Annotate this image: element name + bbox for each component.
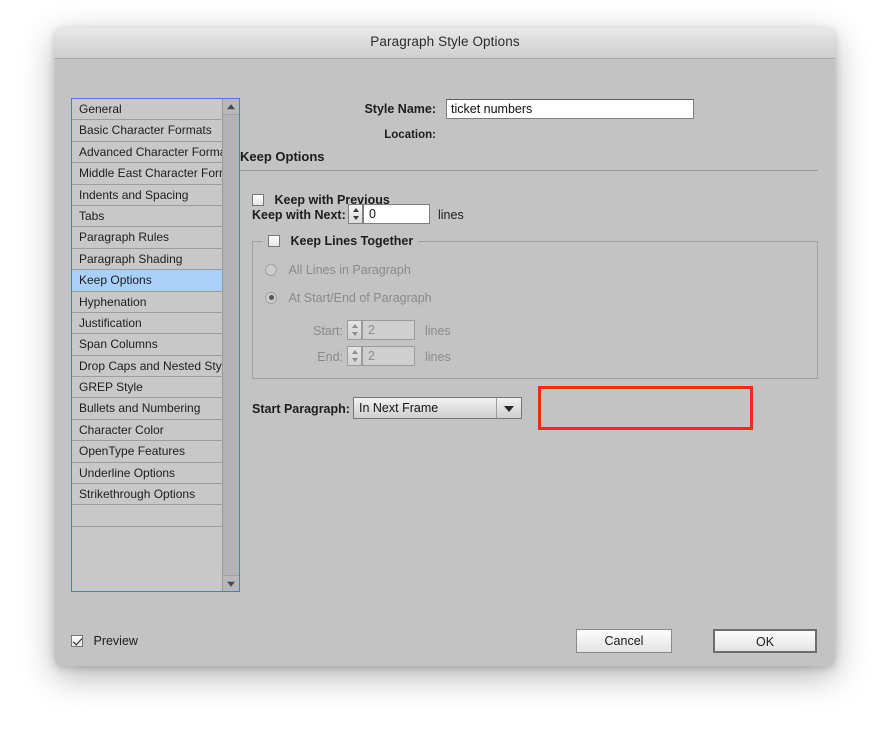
- style-name-input[interactable]: ticket numbers: [446, 99, 694, 119]
- start-paragraph-label: Start Paragraph:: [252, 402, 350, 416]
- sidebar-item-paragraph-shading[interactable]: Paragraph Shading: [72, 249, 222, 271]
- screen: Paragraph Style Options General Basic Ch…: [0, 0, 890, 739]
- keep-with-next-stepper[interactable]: [348, 204, 363, 224]
- sidebar-item-character-color[interactable]: Character Color: [72, 420, 222, 442]
- end-lines-stepper[interactable]: [347, 346, 362, 366]
- end-lines-unit: lines: [425, 350, 451, 364]
- start-lines-input[interactable]: 2: [362, 320, 415, 340]
- start-lines-unit: lines: [425, 324, 451, 338]
- location-label: Location:: [384, 129, 436, 141]
- sidebar-item-opentype-features[interactable]: OpenType Features: [72, 441, 222, 463]
- sidebar-item-general[interactable]: General: [72, 99, 222, 121]
- start-lines-stepper[interactable]: [347, 320, 362, 340]
- ok-button[interactable]: OK: [713, 629, 817, 653]
- sidebar-item-span-columns[interactable]: Span Columns: [72, 334, 222, 356]
- scroll-up-icon[interactable]: [223, 99, 239, 115]
- dialog-body: General Basic Character Formats Advanced…: [55, 59, 835, 666]
- paragraph-style-options-dialog: Paragraph Style Options General Basic Ch…: [55, 28, 835, 666]
- stepper-up-icon: [351, 350, 358, 354]
- sidebar-item-underline-options[interactable]: Underline Options: [72, 463, 222, 485]
- all-lines-in-paragraph-label: All Lines in Paragraph: [288, 262, 411, 277]
- preview-label: Preview: [93, 634, 138, 648]
- sidebar-item-drop-caps-and-nested-styles[interactable]: Drop Caps and Nested Styles: [72, 356, 222, 378]
- chevron-down-icon[interactable]: [496, 398, 521, 418]
- at-start-end-of-paragraph-radio[interactable]: [265, 291, 277, 304]
- sidebar-item-hyphenation[interactable]: Hyphenation: [72, 292, 222, 313]
- dialog-titlebar[interactable]: Paragraph Style Options: [55, 28, 835, 59]
- stepper-down-icon: [351, 358, 358, 362]
- sidebar-item-bullets-and-numbering[interactable]: Bullets and Numbering: [72, 398, 222, 420]
- sidebar-item-strikethrough-options[interactable]: Strikethrough Options: [72, 484, 222, 506]
- preview-checkbox[interactable]: [71, 635, 83, 647]
- sidebar-item-advanced-character-formats[interactable]: Advanced Character Formats: [72, 142, 222, 164]
- stepper-down-icon: [352, 216, 359, 220]
- stepper-down-icon: [351, 332, 358, 336]
- section-heading-keep-options: Keep Options: [240, 149, 325, 164]
- dialog-title: Paragraph Style Options: [370, 34, 520, 49]
- keep-with-next-label: Keep with Next:: [252, 208, 346, 222]
- end-lines-input[interactable]: 2: [362, 346, 415, 366]
- sidebar-item-indents-and-spacing[interactable]: Indents and Spacing: [72, 185, 222, 206]
- at-start-end-of-paragraph-row[interactable]: At Start/End of Paragraph: [265, 290, 432, 305]
- style-name-label: Style Name:: [364, 102, 436, 116]
- sidebar-item-justification[interactable]: Justification: [72, 313, 222, 335]
- keep-lines-together-legend[interactable]: Keep Lines Together: [263, 233, 419, 248]
- category-list-items[interactable]: General Basic Character Formats Advanced…: [72, 99, 222, 591]
- sidebar-item-export-tagging[interactable]: [72, 505, 222, 527]
- keep-lines-together-group: Keep Lines Together All Lines in Paragra…: [252, 233, 818, 379]
- start-paragraph-select[interactable]: In Next Frame: [353, 397, 522, 419]
- all-lines-in-paragraph-row[interactable]: All Lines in Paragraph: [265, 262, 411, 277]
- keep-lines-together-checkbox[interactable]: [268, 234, 280, 247]
- sidebar-item-basic-character-formats[interactable]: Basic Character Formats: [72, 120, 222, 142]
- keep-with-next-unit: lines: [438, 208, 464, 222]
- style-name-row: Style Name: ticket numbers: [240, 99, 820, 121]
- options-panel: Style Name: ticket numbers Location: Kee…: [240, 59, 835, 666]
- start-lines-label: Start:: [313, 324, 343, 338]
- keep-with-next-input[interactable]: 0: [363, 204, 430, 224]
- keep-lines-together-label: Keep Lines Together: [290, 233, 414, 248]
- cancel-button[interactable]: Cancel: [576, 629, 672, 653]
- at-start-end-of-paragraph-label: At Start/End of Paragraph: [288, 290, 432, 305]
- section-divider: [240, 170, 818, 171]
- sidebar-item-keep-options[interactable]: Keep Options: [72, 270, 222, 292]
- stepper-up-icon: [352, 208, 359, 212]
- sidebar-item-paragraph-rules[interactable]: Paragraph Rules: [72, 227, 222, 249]
- sidebar-item-tabs[interactable]: Tabs: [72, 206, 222, 228]
- category-list-empty-area: [72, 526, 222, 591]
- keep-with-previous-checkbox[interactable]: [252, 193, 264, 206]
- category-list[interactable]: General Basic Character Formats Advanced…: [71, 98, 240, 592]
- all-lines-in-paragraph-radio[interactable]: [265, 263, 277, 276]
- stepper-up-icon: [351, 324, 358, 328]
- scroll-down-icon[interactable]: [223, 575, 239, 591]
- category-list-scrollbar[interactable]: [222, 99, 239, 591]
- preview-row[interactable]: Preview: [71, 633, 138, 648]
- annotation-highlight-rect: [538, 386, 753, 430]
- end-lines-label: End:: [317, 350, 343, 364]
- sidebar-item-middle-east-character-formats[interactable]: Middle East Character Formats: [72, 163, 222, 185]
- sidebar-item-grep-style[interactable]: GREP Style: [72, 377, 222, 399]
